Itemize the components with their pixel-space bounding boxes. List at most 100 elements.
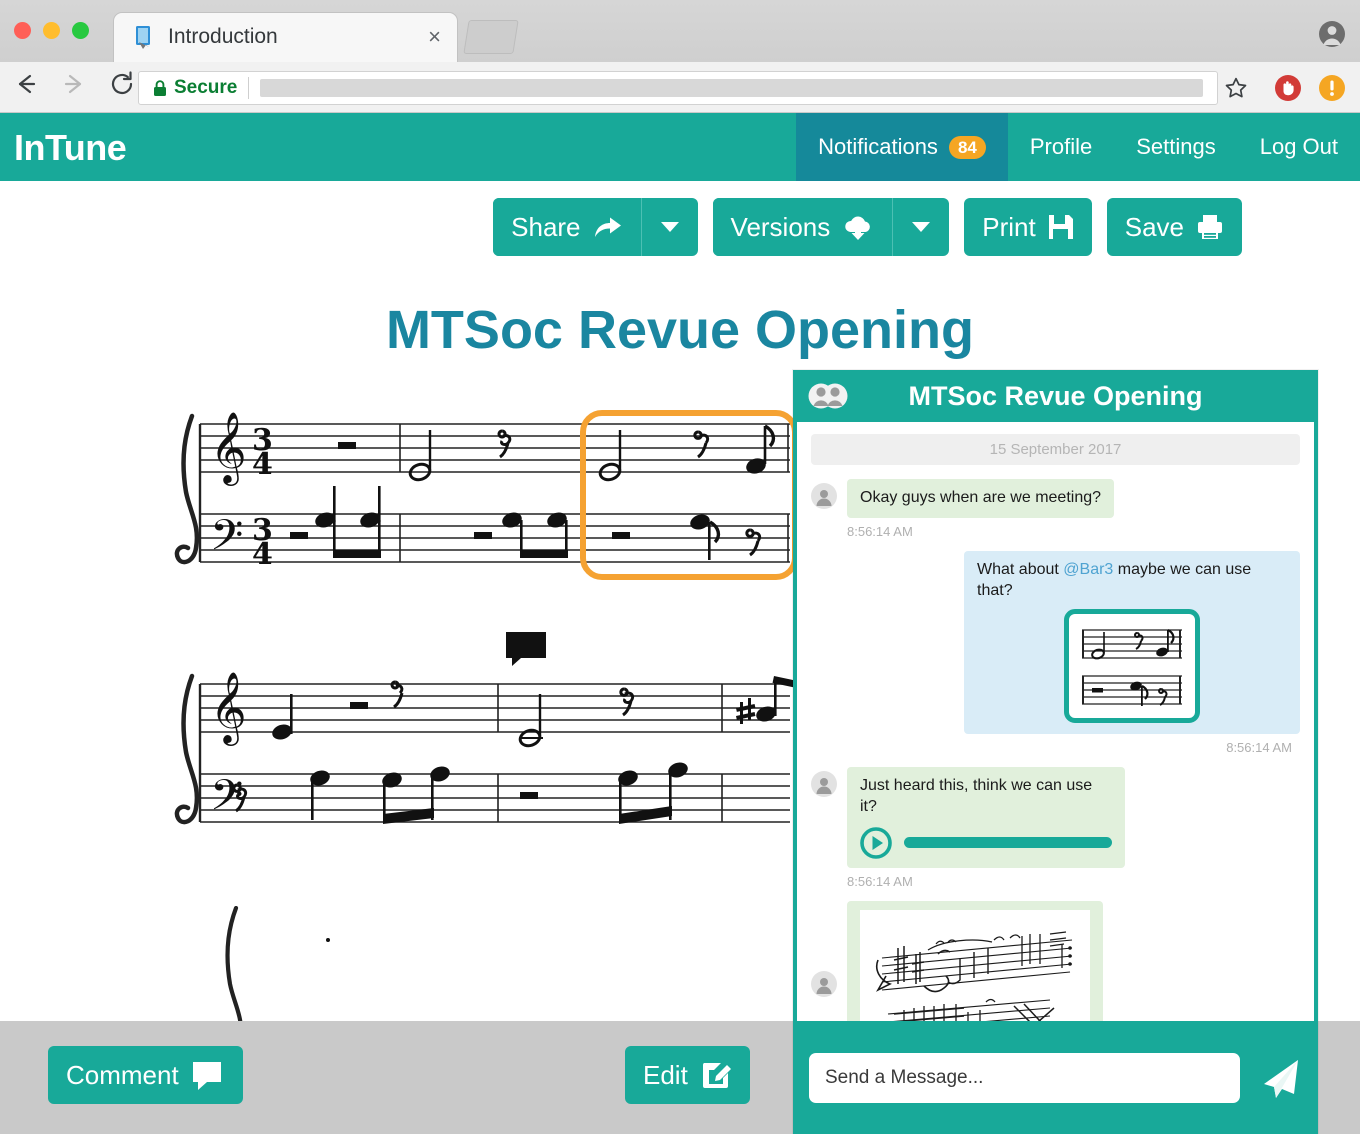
chevron-down-icon	[660, 222, 679, 232]
chat-message-audio: Just heard this, think we can use it?	[811, 767, 1300, 868]
comment-button-label: Comment	[66, 1059, 179, 1090]
svg-text:𝄞: 𝄞	[210, 670, 247, 746]
nav-item-label: Settings	[1136, 134, 1216, 159]
maximize-window-button[interactable]	[72, 22, 89, 39]
window-controls[interactable]	[14, 22, 89, 39]
message-text-before: What about	[977, 560, 1064, 578]
message-bubble: Just heard this, think we can use it?	[847, 767, 1125, 868]
chat-date-divider: 15 September 2017	[811, 434, 1300, 465]
save-button[interactable]: Save	[1106, 198, 1242, 256]
message-text: Just heard this, think we can use it?	[860, 777, 1093, 816]
app-logo[interactable]: InTune	[14, 127, 127, 169]
share-dropdown-toggle[interactable]	[640, 198, 698, 256]
close-window-button[interactable]	[14, 22, 31, 39]
chat-message-text: Okay guys when are we meeting?	[811, 479, 1300, 518]
print-button[interactable]: Print	[964, 198, 1092, 256]
group-avatar-icon	[808, 379, 848, 413]
message-timestamp: 8:56:14 AM	[847, 873, 913, 889]
warning-icon[interactable]	[1318, 74, 1346, 102]
comment-marker-icon[interactable]	[506, 632, 550, 666]
security-status: Secure	[174, 77, 238, 98]
document-favicon	[132, 25, 156, 51]
audio-player[interactable]	[860, 827, 1112, 859]
message-timestamp: 8:56:14 AM	[847, 523, 913, 539]
nav-item-logout[interactable]: Log Out	[1238, 113, 1360, 181]
score-system-2[interactable]: 𝄞 𝄢	[0, 632, 800, 846]
chat-message-image: What about this?	[811, 900, 1300, 1021]
pencil-square-icon	[700, 1059, 732, 1091]
bar-mention-link[interactable]: @Bar3	[1063, 561, 1113, 578]
reload-icon[interactable]	[108, 70, 136, 98]
back-arrow-icon[interactable]	[12, 70, 40, 98]
share-button-label: Share	[511, 211, 581, 242]
message-timestamp: 8:56:14 AM	[1226, 740, 1292, 756]
new-tab-button[interactable]	[463, 20, 519, 54]
share-split-button: Share	[493, 198, 698, 256]
browser-tab-bar: Introduction ×	[0, 0, 1360, 63]
edit-button[interactable]: Edit	[625, 1046, 750, 1104]
account-avatar-icon[interactable]	[1318, 20, 1346, 48]
chat-message-list[interactable]: 15 September 2017 Okay guys when are we …	[793, 422, 1318, 1021]
message-bubble: What about @Bar3 maybe we can use that?	[964, 550, 1300, 735]
svg-text:4: 4	[252, 537, 273, 572]
nav-item-profile[interactable]: Profile	[1008, 113, 1114, 181]
versions-split-button: Versions	[712, 198, 950, 256]
svg-text:𝄞: 𝄞	[210, 410, 247, 486]
lock-icon	[153, 79, 167, 97]
nav-item-settings[interactable]: Settings	[1114, 113, 1238, 181]
play-circle-icon[interactable]	[860, 827, 892, 859]
tab-title: Introduction	[168, 25, 278, 48]
floppy-disk-icon	[1048, 213, 1074, 241]
nav-item-notifications[interactable]: Notifications 84	[796, 113, 1008, 181]
address-bar[interactable]: Secure	[138, 71, 1218, 105]
browser-toolbar: Secure	[0, 62, 1360, 113]
printer-icon	[1196, 213, 1224, 241]
star-icon[interactable]	[1224, 76, 1248, 100]
versions-button[interactable]: Versions	[712, 198, 893, 256]
score-snippet-thumbnail[interactable]	[1064, 609, 1200, 724]
score-system-3[interactable]	[0, 906, 800, 1021]
omnibox-divider	[248, 77, 250, 99]
chat-title: MTSoc Revue Opening	[908, 380, 1203, 411]
cloud-download-icon	[842, 213, 874, 241]
page-title: MTSoc Revue Opening	[385, 300, 975, 360]
avatar	[811, 483, 837, 509]
chat-panel: MTSoc Revue Opening 15 September 2017 Ok…	[793, 370, 1318, 1134]
versions-dropdown-toggle[interactable]	[892, 198, 949, 256]
audio-progress-bar[interactable]	[904, 837, 1112, 849]
print-button-label: Print	[982, 211, 1036, 242]
score-system-1[interactable]: 𝄞 𝄢 3 4 3 4	[0, 386, 800, 586]
nav-item-label: Notifications	[818, 134, 938, 159]
document-toolbar: Share Versions Print Save	[493, 198, 1242, 256]
chat-message-score-snippet: What about @Bar3 maybe we can use that?	[811, 550, 1300, 735]
handwritten-score-sketch[interactable]	[860, 909, 1090, 1021]
url-input[interactable]	[260, 79, 1203, 97]
nav-items: Notifications 84 Profile Settings Log Ou…	[796, 113, 1360, 181]
svg-text:𝄢: 𝄢	[210, 771, 243, 831]
nav-item-label: Log Out	[1259, 134, 1338, 159]
share-arrow-icon	[593, 214, 623, 240]
chat-header: MTSoc Revue Opening	[793, 370, 1318, 422]
avatar	[811, 771, 837, 798]
edit-button-label: Edit	[643, 1059, 688, 1090]
score-sheet[interactable]: 𝄞 𝄢 3 4 3 4 𝄞 𝄢	[0, 386, 800, 1021]
share-button[interactable]: Share	[493, 198, 641, 256]
svg-text:4: 4	[252, 447, 273, 482]
chevron-down-icon	[912, 222, 931, 232]
save-button-label: Save	[1124, 211, 1184, 242]
versions-button-label: Versions	[730, 211, 831, 242]
forward-arrow-icon	[60, 70, 88, 98]
browser-tab[interactable]: Introduction ×	[113, 12, 458, 62]
avatar	[811, 970, 837, 997]
adblock-icon[interactable]	[1274, 74, 1302, 102]
svg-text:𝄢: 𝄢	[210, 511, 243, 571]
message-bubble: Okay guys when are we meeting?	[847, 479, 1115, 518]
message-input[interactable]	[809, 1052, 1240, 1103]
notifications-badge: 84	[948, 135, 986, 159]
close-tab-button[interactable]: ×	[428, 24, 441, 50]
browser-window: Introduction × Secure InTune Notificatio…	[0, 0, 1360, 1134]
nav-item-label: Profile	[1029, 134, 1093, 159]
minimize-window-button[interactable]	[43, 22, 60, 39]
comment-button[interactable]: Comment	[48, 1046, 243, 1104]
paper-plane-icon[interactable]	[1254, 1054, 1302, 1102]
